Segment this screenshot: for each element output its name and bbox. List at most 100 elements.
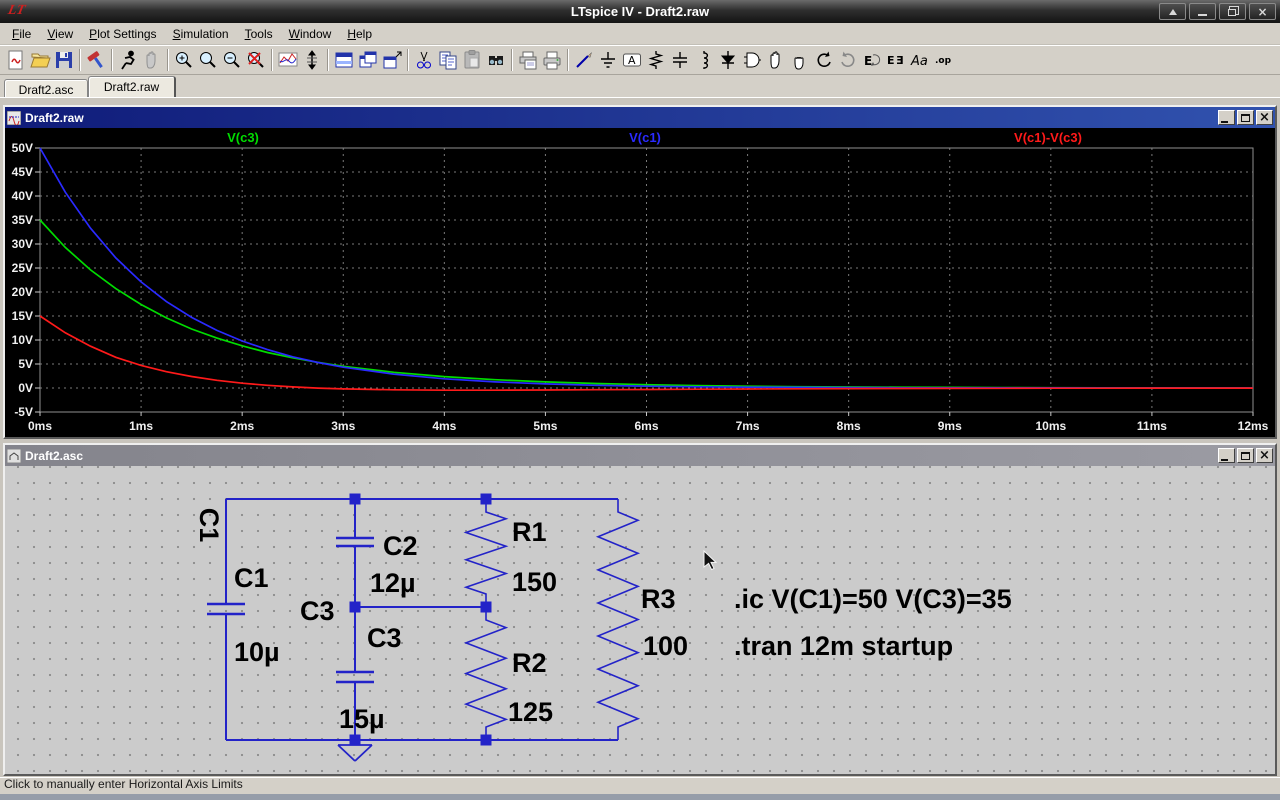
junction-node[interactable] bbox=[480, 734, 492, 746]
cascade-windows-icon[interactable] bbox=[356, 48, 380, 72]
menu-file[interactable]: File bbox=[4, 25, 39, 43]
toolbar-separator bbox=[79, 49, 81, 71]
x-tick-label: 10ms bbox=[1035, 419, 1066, 433]
waveform-close-button[interactable]: × bbox=[1256, 110, 1273, 125]
tran-directive-label[interactable]: .tran 12m startup bbox=[734, 631, 953, 661]
move-icon[interactable] bbox=[764, 48, 788, 72]
status-text: Click to manually enter Horizontal Axis … bbox=[4, 777, 243, 791]
y-tick-label: 30V bbox=[12, 237, 33, 251]
restore-button[interactable] bbox=[1219, 3, 1246, 20]
wire-icon[interactable] bbox=[572, 48, 596, 72]
r2-ref-label[interactable]: R2 bbox=[512, 648, 547, 678]
c3-ref-label[interactable]: C3 bbox=[367, 623, 402, 653]
junction-node[interactable] bbox=[480, 493, 492, 505]
save-icon[interactable] bbox=[52, 48, 76, 72]
r3-ref-label[interactable]: R3 bbox=[641, 584, 676, 614]
waveform-plot-area[interactable]: 50V 45V 40V 35V 30V 25V 20V 15V 10V 5V 0V -5V 0ms 1ms… bbox=[5, 128, 1275, 437]
ground-icon[interactable] bbox=[596, 48, 620, 72]
r2-value-label[interactable]: 125 bbox=[508, 697, 553, 727]
c3-capacitor-symbol[interactable] bbox=[336, 670, 374, 684]
ic-directive-label[interactable]: .ic V(C1)=50 V(C3)=35 bbox=[734, 584, 1012, 614]
trace-label-V(c1)-V(c3)[interactable]: V(c1)-V(c3) bbox=[1014, 130, 1082, 145]
component-icon[interactable] bbox=[740, 48, 764, 72]
menu-view[interactable]: View bbox=[39, 25, 81, 43]
y-tick-label: 35V bbox=[12, 213, 33, 227]
find-icon[interactable] bbox=[484, 48, 508, 72]
r1-value-label[interactable]: 150 bbox=[512, 567, 557, 597]
copy-icon[interactable] bbox=[436, 48, 460, 72]
c2-value-label[interactable]: 12µ bbox=[370, 568, 416, 598]
rotate-icon[interactable]: E bbox=[860, 48, 884, 72]
axis-settings-icon[interactable] bbox=[300, 48, 324, 72]
zoom-in-icon[interactable] bbox=[172, 48, 196, 72]
menu-tools[interactable]: Tools bbox=[237, 25, 281, 43]
c1-ref-label[interactable]: C1 bbox=[234, 563, 269, 593]
paste-icon[interactable] bbox=[460, 48, 484, 72]
redo-icon[interactable] bbox=[836, 48, 860, 72]
undo-icon[interactable] bbox=[812, 48, 836, 72]
schematic-minimize-button[interactable] bbox=[1218, 448, 1235, 463]
capacitor-icon[interactable] bbox=[668, 48, 692, 72]
tab-draft2-asc[interactable]: Draft2.asc bbox=[4, 79, 88, 97]
r3-resistor-symbol[interactable] bbox=[595, 499, 641, 740]
waveform-window-titlebar[interactable]: Draft2.raw × bbox=[5, 107, 1275, 128]
new-schematic-icon[interactable] bbox=[4, 48, 28, 72]
mirror-icon[interactable]: EƎ bbox=[884, 48, 908, 72]
menu-simulation[interactable]: Simulation bbox=[165, 25, 237, 43]
r3-value-label[interactable]: 100 bbox=[643, 631, 688, 661]
c1-side-label[interactable]: C1 bbox=[194, 495, 224, 555]
autorange-icon[interactable] bbox=[276, 48, 300, 72]
x-tick-label: 11ms bbox=[1137, 419, 1167, 433]
c1-value-label[interactable]: 10µ bbox=[234, 637, 280, 667]
y-tick-label: 50V bbox=[12, 141, 33, 155]
menu-help[interactable]: Help bbox=[339, 25, 380, 43]
zoom-out-icon[interactable] bbox=[220, 48, 244, 72]
r1-ref-label[interactable]: R1 bbox=[512, 517, 547, 547]
trace-label-V(c3)[interactable]: V(c3) bbox=[227, 130, 259, 145]
tab-draft2-raw[interactable]: Draft2.raw bbox=[88, 76, 176, 97]
schematic-window-titlebar[interactable]: Draft2.asc × bbox=[5, 445, 1275, 466]
junction-node[interactable] bbox=[349, 734, 361, 746]
zoom-full-extents-icon[interactable] bbox=[244, 48, 268, 72]
schematic-canvas[interactable]: C1 C1 10µ C2 12µ C3 C3 15µ R1 150 R2 125… bbox=[5, 466, 1275, 774]
resistor-icon[interactable] bbox=[644, 48, 668, 72]
waveform-minimize-button[interactable] bbox=[1218, 110, 1235, 125]
control-panel-icon[interactable] bbox=[84, 48, 108, 72]
r2-resistor-symbol[interactable] bbox=[463, 607, 509, 740]
text-icon[interactable]: Aa bbox=[908, 48, 932, 72]
c2-capacitor-symbol[interactable] bbox=[336, 536, 374, 548]
cut-icon[interactable] bbox=[412, 48, 436, 72]
new-window-icon[interactable] bbox=[380, 48, 404, 72]
diode-icon[interactable] bbox=[716, 48, 740, 72]
print-icon[interactable] bbox=[540, 48, 564, 72]
trace-label-V(c1)[interactable]: V(c1) bbox=[629, 130, 661, 145]
inductor-icon[interactable] bbox=[692, 48, 716, 72]
waveform-maximize-button[interactable] bbox=[1237, 110, 1254, 125]
waveform-plot[interactable]: 50V 45V 40V 35V 30V 25V 20V 15V 10V 5V 0V -5V0ms 1ms… bbox=[5, 128, 1275, 437]
open-icon[interactable] bbox=[28, 48, 52, 72]
menu-window[interactable]: Window bbox=[281, 25, 340, 43]
junction-node[interactable] bbox=[480, 601, 492, 613]
label-net-icon[interactable]: A bbox=[620, 48, 644, 72]
shade-button[interactable] bbox=[1159, 3, 1186, 20]
schematic-close-button[interactable]: × bbox=[1256, 448, 1273, 463]
c3-value-label[interactable]: 15µ bbox=[339, 704, 385, 734]
print-preview-icon[interactable] bbox=[516, 48, 540, 72]
junction-node[interactable] bbox=[349, 493, 361, 505]
run-icon[interactable] bbox=[116, 48, 140, 72]
spice-directive-icon[interactable]: .op bbox=[932, 48, 956, 72]
schematic-maximize-button[interactable] bbox=[1237, 448, 1254, 463]
drag-icon[interactable] bbox=[788, 48, 812, 72]
menu-plot-settings[interactable]: Plot Settings bbox=[81, 25, 164, 43]
r1-resistor-symbol[interactable] bbox=[463, 499, 509, 607]
junction-node[interactable] bbox=[349, 601, 361, 613]
c1-capacitor-symbol[interactable] bbox=[207, 602, 245, 616]
halt-icon[interactable] bbox=[140, 48, 164, 72]
close-button[interactable]: × bbox=[1249, 3, 1276, 20]
minimize-button[interactable] bbox=[1189, 3, 1216, 20]
c3-node-label[interactable]: C3 bbox=[300, 596, 335, 626]
zoom-back-icon[interactable] bbox=[196, 48, 220, 72]
minimize-icon bbox=[1221, 120, 1228, 123]
c2-ref-label[interactable]: C2 bbox=[383, 531, 418, 561]
tile-windows-icon[interactable] bbox=[332, 48, 356, 72]
